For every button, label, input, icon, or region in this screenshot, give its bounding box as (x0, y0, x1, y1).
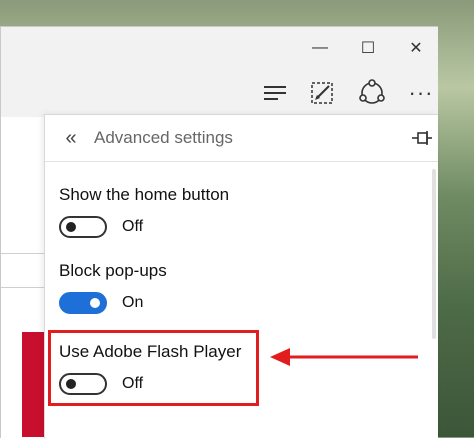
minimize-button[interactable]: — (297, 27, 343, 69)
home-button-state: Off (122, 218, 144, 235)
page-red-block (22, 332, 44, 437)
hub-icon (264, 86, 286, 100)
hub-button[interactable] (257, 75, 293, 111)
setting-label-home-button: Show the home button (59, 185, 230, 204)
minimize-icon: — (312, 39, 328, 56)
web-note-button[interactable] (304, 75, 340, 111)
back-button[interactable]: « (59, 125, 83, 151)
content-divider (1, 253, 45, 254)
share-button[interactable] (354, 75, 390, 111)
maximize-icon: ☐ (360, 40, 376, 57)
setting-label-block-popups: Block pop-ups (59, 261, 167, 280)
block-popups-state: On (122, 294, 144, 311)
pin-icon[interactable] (411, 129, 433, 147)
browser-toolbar: ··· (1, 69, 438, 117)
toggle-knob (90, 298, 100, 308)
close-icon: ✕ (409, 40, 423, 57)
flash-highlight-box (48, 330, 259, 406)
header-divider (45, 161, 438, 162)
maximize-button[interactable]: ☐ (345, 27, 391, 69)
double-chevron-left-icon: « (65, 126, 77, 149)
share-icon (359, 79, 385, 104)
panel-scrollbar[interactable] (432, 169, 436, 339)
content-divider (1, 287, 45, 288)
close-button[interactable]: ✕ (393, 27, 439, 69)
more-icon: ··· (408, 80, 434, 105)
web-note-icon (311, 82, 333, 104)
panel-title: Advanced settings (94, 128, 233, 147)
pointer-arrow-icon (270, 348, 418, 366)
panel-header: « Advanced settings (45, 115, 438, 161)
block-popups-toggle[interactable] (59, 292, 107, 314)
more-button[interactable]: ··· (403, 75, 439, 111)
toggle-knob (66, 222, 76, 232)
title-bar: — ☐ ✕ (1, 27, 438, 69)
home-button-toggle[interactable] (59, 216, 107, 238)
